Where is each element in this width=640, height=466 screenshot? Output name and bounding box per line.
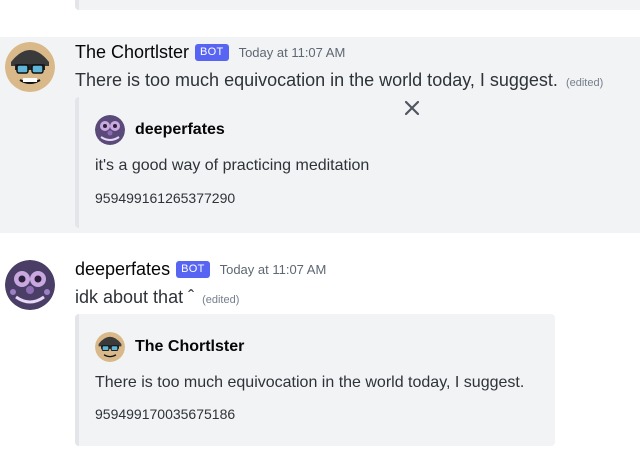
- bot-tag: BOT: [195, 44, 229, 61]
- previous-embed: [75, 0, 640, 10]
- embed-description: There is too much equivocation in the wo…: [95, 374, 525, 391]
- message-item[interactable]: The Chortlster BOT Today at 11:07 AM The…: [0, 37, 640, 233]
- message-item[interactable]: deeperfates BOT Today at 11:07 AM idk ab…: [0, 250, 640, 460]
- message-header: deeperfates BOT Today at 11:07 AM: [75, 259, 326, 280]
- close-icon[interactable]: [402, 98, 422, 118]
- message-embed: The Chortlster There is too much equivoc…: [75, 314, 555, 446]
- timestamp[interactable]: Today at 11:07 AM: [239, 45, 346, 60]
- embed-footer: 959499161265377290: [95, 190, 236, 206]
- edited-label: (edited): [565, 77, 604, 89]
- embed-author: deeperfates: [95, 115, 225, 145]
- message-embed: deeperfates it's a good way of practicin…: [75, 97, 400, 228]
- message-content: There is too much equivocation in the wo…: [75, 70, 603, 91]
- bot-tag: BOT: [176, 261, 210, 278]
- embed-description: it's a good way of practicing meditation: [95, 157, 370, 174]
- embed-footer: 959499170035675186: [95, 406, 236, 422]
- edited-label: (edited): [202, 294, 240, 306]
- deeperfates-avatar-icon[interactable]: [5, 260, 55, 310]
- embed-author-name[interactable]: deeperfates: [135, 121, 225, 139]
- embed-author-name[interactable]: The Chortlster: [135, 338, 244, 356]
- chortlster-avatar-icon: [95, 332, 125, 362]
- chortlster-avatar-icon[interactable]: [5, 42, 55, 92]
- deeperfates-avatar-icon: [95, 115, 125, 145]
- username[interactable]: deeperfates: [75, 259, 170, 280]
- message-content: idk about that ˆ (edited): [75, 287, 239, 308]
- timestamp[interactable]: Today at 11:07 AM: [220, 262, 327, 277]
- embed-author: The Chortlster: [95, 332, 244, 362]
- message-header: The Chortlster BOT Today at 11:07 AM: [75, 42, 345, 63]
- chat-pane: The Chortlster BOT Today at 11:07 AM The…: [0, 0, 640, 466]
- message-text: idk about that ˆ: [75, 287, 195, 307]
- username[interactable]: The Chortlster: [75, 42, 189, 63]
- message-text: There is too much equivocation in the wo…: [75, 70, 558, 90]
